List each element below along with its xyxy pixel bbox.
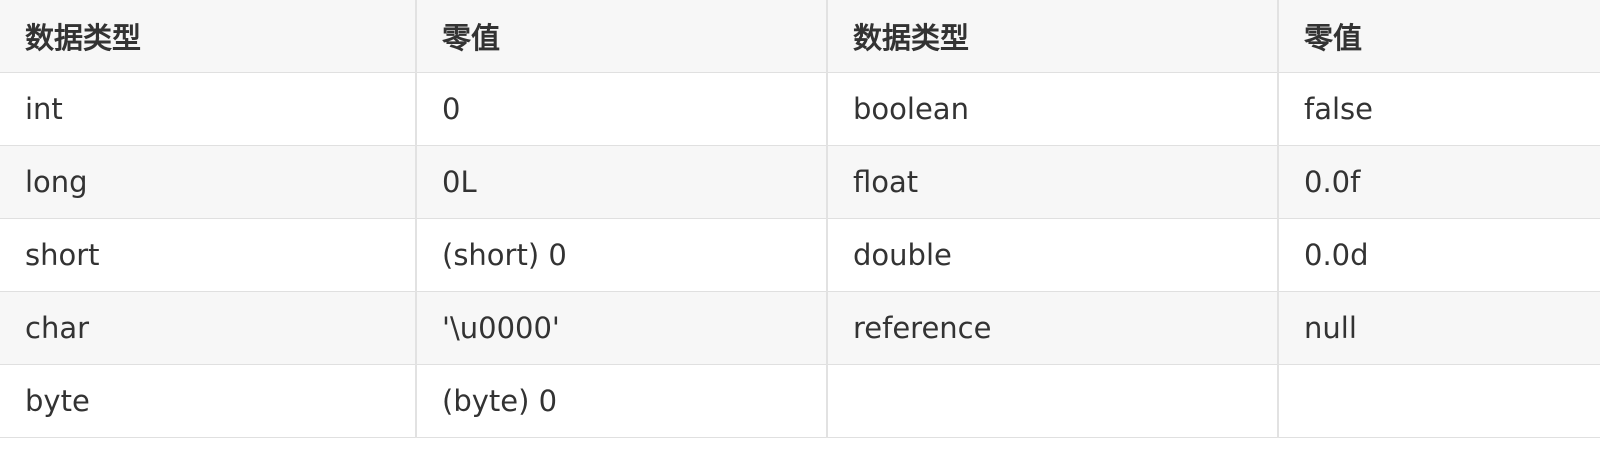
- table-cell: double: [826, 218, 1279, 292]
- table-row: int 0 boolean false: [0, 72, 1600, 146]
- table-cell: (byte) 0: [415, 364, 828, 438]
- table-row: long 0L float 0.0f: [0, 145, 1600, 219]
- table-cell: 0: [415, 72, 828, 146]
- table-cell: null: [1277, 291, 1600, 365]
- table-cell: char: [0, 291, 417, 365]
- table-cell: reference: [826, 291, 1279, 365]
- table-cell: [826, 364, 1279, 438]
- header-zero-value: 零值: [415, 0, 828, 73]
- table-cell: boolean: [826, 72, 1279, 146]
- table-cell: 0L: [415, 145, 828, 219]
- table-cell: byte: [0, 364, 417, 438]
- table-cell: 0.0d: [1277, 218, 1600, 292]
- table-cell: '\u0000': [415, 291, 828, 365]
- table-cell: 0.0f: [1277, 145, 1600, 219]
- zero-value-table: 数据类型 零值 数据类型 零值 int 0 boolean false long…: [0, 0, 1600, 438]
- header-data-type: 数据类型: [826, 0, 1279, 73]
- table-cell: int: [0, 72, 417, 146]
- table-header-row: 数据类型 零值 数据类型 零值: [0, 0, 1600, 73]
- table-cell: float: [826, 145, 1279, 219]
- table-cell: (short) 0: [415, 218, 828, 292]
- header-zero-value: 零值: [1277, 0, 1600, 73]
- header-data-type: 数据类型: [0, 0, 417, 73]
- table-row: char '\u0000' reference null: [0, 291, 1600, 365]
- table-cell: false: [1277, 72, 1600, 146]
- table-cell: [1277, 364, 1600, 438]
- table-cell: long: [0, 145, 417, 219]
- table-cell: short: [0, 218, 417, 292]
- table-row: short (short) 0 double 0.0d: [0, 218, 1600, 292]
- table-row: byte (byte) 0: [0, 364, 1600, 438]
